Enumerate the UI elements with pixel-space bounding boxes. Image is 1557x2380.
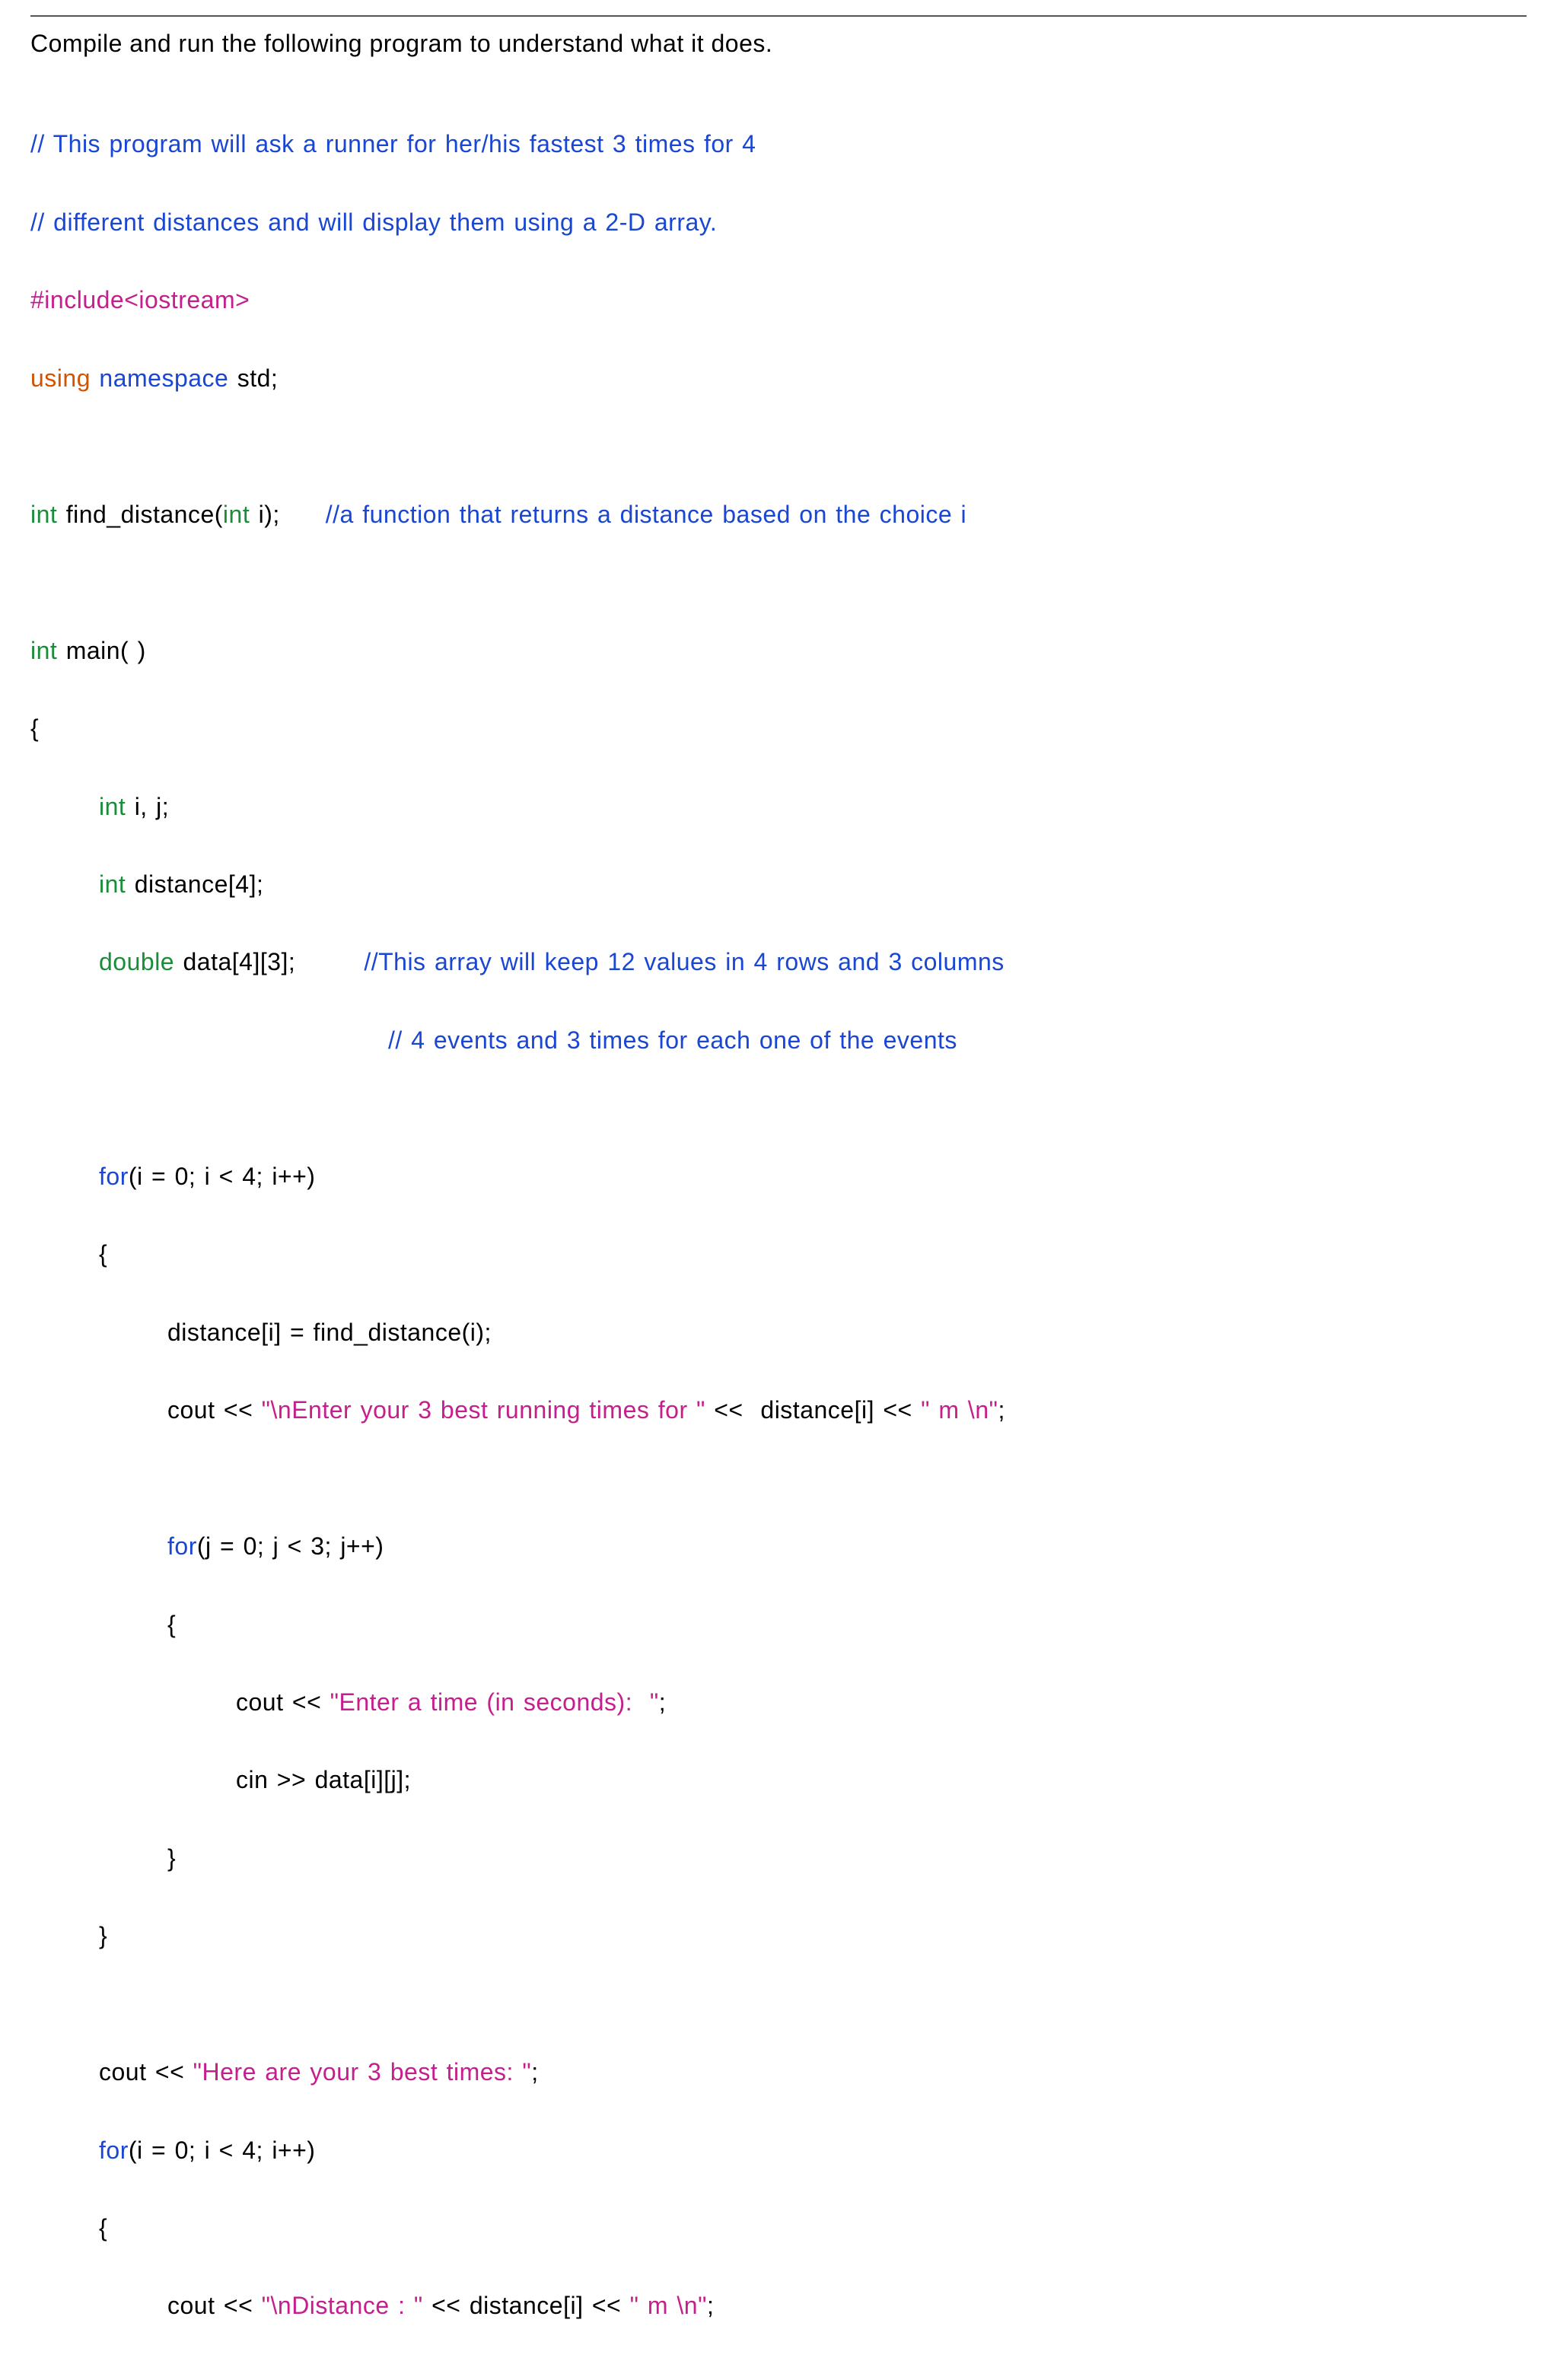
- data-comment-1: //This array will keep 12 values in 4 ro…: [364, 948, 1004, 975]
- data-ident: data[4][3];: [183, 948, 295, 975]
- for-keyword-3: for: [99, 2137, 129, 2164]
- code-block: // This program will ask a runner for he…: [30, 86, 1527, 2364]
- cout-1-mid: << distance[i] <<: [714, 1396, 912, 1424]
- cout-4-str2: " m \n": [630, 2292, 707, 2319]
- data-comment-2: // 4 events and 3 times for each one of …: [388, 1026, 957, 1054]
- find-distance-comment: //a function that returns a distance bas…: [326, 501, 966, 528]
- include-line: #include<iostream>: [30, 281, 1527, 320]
- comment-line-2: // different distances and will display …: [30, 203, 1527, 242]
- int-keyword-1: int: [30, 501, 57, 528]
- main-brace-open: {: [30, 709, 1527, 748]
- main-decl: int main( ): [30, 632, 1527, 670]
- using-line: using namespace std;: [30, 359, 1527, 398]
- cout-2: cout << "Enter a time (in seconds): ";: [30, 1683, 1527, 1722]
- cout-1-end: ;: [998, 1396, 1005, 1424]
- int-ij-decl: int i, j;: [30, 788, 1527, 826]
- for-keyword-1: for: [99, 1163, 129, 1190]
- main-ident: main( ): [66, 637, 146, 664]
- for-2-brace-close: }: [30, 1839, 1527, 1878]
- cout-4-end: ;: [707, 2292, 714, 2319]
- for-2-brace-open: {: [30, 1605, 1527, 1644]
- ij-ident: i, j;: [135, 793, 169, 820]
- cout-3: cout << "Here are your 3 best times: ";: [30, 2053, 1527, 2092]
- for-2: for(j = 0; j < 3; j++): [30, 1527, 1527, 1566]
- find-distance-ident: find_distance(: [66, 501, 223, 528]
- distance-decl: int distance[4];: [30, 865, 1527, 904]
- blank-1: [30, 437, 1527, 457]
- cin-line: cin >> data[i][j];: [30, 1761, 1527, 1799]
- cout-4-a: cout <<: [167, 2292, 253, 2319]
- double-keyword: double: [99, 948, 174, 975]
- cout-2-str: "Enter a time (in seconds): ": [330, 1688, 659, 1716]
- int-keyword-4: int: [99, 793, 126, 820]
- data-comment-2-line: // 4 events and 3 times for each one of …: [30, 1021, 1527, 1060]
- for-1-cond: (i = 0; i < 4; i++): [129, 1163, 316, 1190]
- int-keyword-5: int: [99, 870, 126, 898]
- cout-4-str1: "\nDistance : ": [262, 2292, 423, 2319]
- for-1-brace-close: }: [30, 1917, 1527, 1955]
- for-3: for(i = 0; i < 4; i++): [30, 2131, 1527, 2170]
- top-separator: [30, 15, 1527, 17]
- for-3-brace-open: {: [30, 2209, 1527, 2248]
- int-keyword-2: int: [223, 501, 250, 528]
- for-1-brace-open: {: [30, 1235, 1527, 1274]
- cout-3-end: ;: [531, 2058, 538, 2086]
- comment-line-1: // This program will ask a runner for he…: [30, 125, 1527, 164]
- find-distance-end: i);: [259, 501, 280, 528]
- for-keyword-2: for: [167, 1532, 197, 1560]
- for-2-cond: (j = 0; j < 3; j++): [197, 1532, 384, 1560]
- blank-3: [30, 1099, 1527, 1118]
- namespace-keyword: namespace: [99, 364, 228, 392]
- cout-2-a: cout <<: [236, 1688, 321, 1716]
- cout-3-a: cout <<: [99, 2058, 184, 2086]
- cout-2-end: ;: [659, 1688, 666, 1716]
- blank-5: [30, 1994, 1527, 2014]
- using-keyword: using: [30, 364, 91, 392]
- cout-3-str: "Here are your 3 best times: ": [193, 2058, 532, 2086]
- int-keyword-3: int: [30, 637, 57, 664]
- cout-1-a: cout <<: [167, 1396, 253, 1424]
- distance-assign: distance[i] = find_distance(i);: [30, 1313, 1527, 1352]
- instruction-text: Compile and run the following program to…: [30, 24, 1527, 63]
- cout-4-mid: << distance[i] <<: [431, 2292, 621, 2319]
- cout-4: cout << "\nDistance : " << distance[i] <…: [30, 2286, 1527, 2325]
- distance-ident: distance[4];: [135, 870, 264, 898]
- std-ident: std;: [237, 364, 279, 392]
- blank-4: [30, 1468, 1527, 1488]
- data-decl: double data[4][3]; //This array will keep…: [30, 943, 1527, 982]
- blank-2: [30, 573, 1527, 593]
- cout-1-str2: " m \n": [921, 1396, 998, 1424]
- cout-1-str1: "\nEnter your 3 best running times for ": [262, 1396, 705, 1424]
- for-3-cond: (i = 0; i < 4; i++): [129, 2137, 316, 2164]
- for-1: for(i = 0; i < 4; i++): [30, 1157, 1527, 1196]
- find-distance-decl: int find_distance(int i);//a function th…: [30, 495, 1527, 534]
